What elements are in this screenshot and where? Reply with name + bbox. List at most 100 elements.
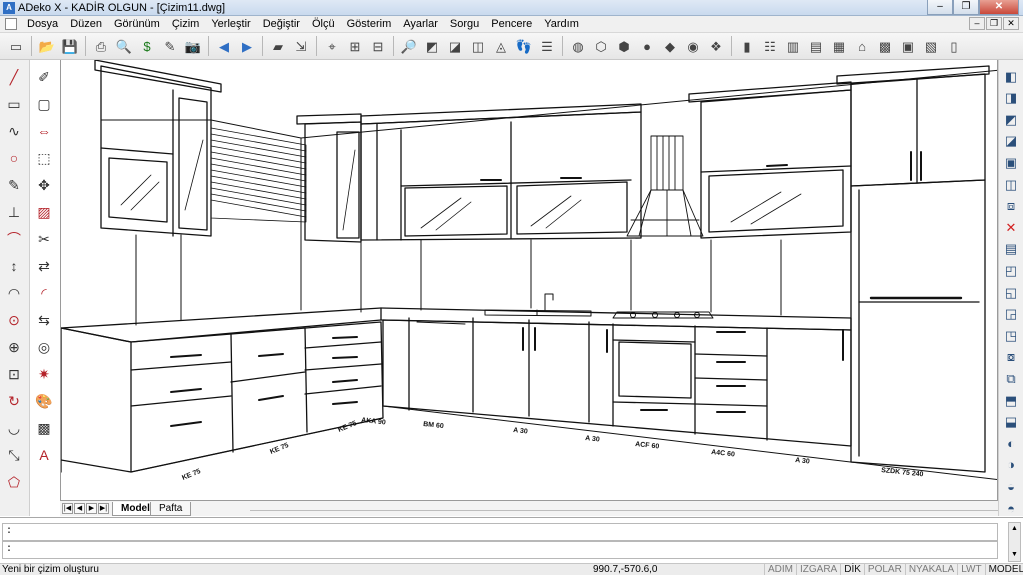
export-icon[interactable]: ⇲	[291, 36, 311, 56]
line-tool-icon[interactable]: ╱	[3, 66, 25, 88]
cube11-icon[interactable]: ◳	[1000, 325, 1022, 345]
cube9-icon[interactable]: ◱	[1000, 282, 1022, 302]
rotate-tool-icon[interactable]: ↻	[3, 390, 25, 412]
mode-toggle-adim[interactable]: ADIM	[764, 564, 796, 575]
horizontal-scrollbar[interactable]	[250, 510, 998, 516]
scale-tool-icon[interactable]: ⤡	[3, 444, 25, 466]
eraser-icon[interactable]: ▰	[268, 36, 288, 56]
cabinet6-icon[interactable]: ▩	[875, 36, 895, 56]
cube14-icon[interactable]: ⬒	[1000, 390, 1022, 410]
find-icon[interactable]: 🔍	[114, 36, 134, 56]
edit-tool-icon[interactable]: ✐	[33, 66, 55, 88]
mode-toggle-polar[interactable]: POLAR	[863, 564, 905, 575]
pencil-tool-icon[interactable]: ✎	[3, 174, 25, 196]
prev-tab-icon[interactable]: ◀	[74, 503, 85, 514]
drawing-viewport[interactable]: KE 75 KE 75 KE 75 AKA 90 BM 60 A 30 A 30…	[60, 60, 998, 500]
menu-item[interactable]: Yardım	[538, 16, 585, 32]
arc2-tool-icon[interactable]: ◡	[3, 417, 25, 439]
cabinet3-icon[interactable]: ▥	[783, 36, 803, 56]
cabinet2-icon[interactable]: ☷	[760, 36, 780, 56]
cube2-icon[interactable]: ◨	[1000, 88, 1022, 108]
view-icon[interactable]: ◩	[422, 36, 442, 56]
text-tool-icon[interactable]: A	[33, 444, 55, 466]
next-tab-icon[interactable]: ▶	[86, 503, 97, 514]
render5-icon[interactable]: ◉	[683, 36, 703, 56]
command-scrollbar[interactable]: ▲ ▼	[1008, 522, 1021, 562]
ring-tool-icon[interactable]: ◎	[33, 336, 55, 358]
cube18-icon[interactable]: ◒	[1000, 476, 1022, 496]
measure-icon[interactable]: ⊞	[345, 36, 365, 56]
trim-tool-icon[interactable]: ⊥	[3, 201, 25, 223]
back-icon[interactable]: ◀	[214, 36, 234, 56]
delete-block-icon[interactable]: ✕	[1000, 217, 1022, 237]
print-icon[interactable]: ⎙	[91, 36, 111, 56]
doc-restore-button[interactable]: ❐	[986, 17, 1002, 30]
render1-icon[interactable]: ⬡	[591, 36, 611, 56]
cut-tool-icon[interactable]: ✂	[33, 228, 55, 250]
cabinet7-icon[interactable]: ▣	[898, 36, 918, 56]
mode-toggle-di̇k[interactable]: DİK	[840, 564, 864, 575]
polygon-tool-icon[interactable]: ⬠	[3, 471, 25, 493]
menu-item[interactable]: Ölçü	[306, 16, 341, 32]
cube8-icon[interactable]: ◰	[1000, 260, 1022, 280]
paint-tool-icon[interactable]: 🎨	[33, 390, 55, 412]
app-icon[interactable]: A	[3, 2, 15, 14]
tab-pafta[interactable]: Pafta	[150, 502, 192, 516]
cube6-icon[interactable]: ◫	[1000, 174, 1022, 194]
document-icon[interactable]	[5, 18, 17, 30]
open-icon[interactable]: 📂	[37, 36, 57, 56]
explode-tool-icon[interactable]: ✷	[33, 363, 55, 385]
cube1-icon[interactable]: ◧	[1000, 66, 1022, 86]
cube4-icon[interactable]: ◪	[1000, 131, 1022, 151]
render6-icon[interactable]: ❖	[706, 36, 726, 56]
menu-item[interactable]: Dosya	[21, 16, 64, 32]
view3-icon[interactable]: ◫	[468, 36, 488, 56]
menu-item[interactable]: Yerleştir	[205, 16, 256, 32]
last-tab-icon[interactable]: ▶|	[98, 503, 109, 514]
mirror-tool-icon[interactable]: ⇆	[33, 309, 55, 331]
cube3-icon[interactable]: ◩	[1000, 109, 1022, 129]
menu-item[interactable]: Çizim	[166, 16, 206, 32]
shade-icon[interactable]: ◍	[568, 36, 588, 56]
hatch-tool-icon[interactable]: ▩	[33, 417, 55, 439]
doc-minimize-button[interactable]: –	[969, 17, 985, 30]
render3-icon[interactable]: ●	[637, 36, 657, 56]
curve-tool-icon[interactable]: ∿	[3, 120, 25, 142]
view4-icon[interactable]: ◬	[491, 36, 511, 56]
mode-toggle-nyakala[interactable]: NYAKALA	[904, 564, 957, 575]
cabinet5-icon[interactable]: ▦	[829, 36, 849, 56]
snap-tool-icon[interactable]: ⊕	[3, 336, 25, 358]
render4-icon[interactable]: ◆	[660, 36, 680, 56]
rectangle-tool-icon[interactable]: ▭	[3, 93, 25, 115]
view2-icon[interactable]: ◪	[445, 36, 465, 56]
box-tool-icon[interactable]: ▢	[33, 93, 55, 115]
scroll-up-icon[interactable]: ▲	[1009, 523, 1020, 535]
stretch-tool-icon[interactable]: ⇔	[33, 120, 55, 142]
minimize-button[interactable]: –	[927, 0, 953, 15]
cabinet9-icon[interactable]: ▯	[944, 36, 964, 56]
fill-tool-icon[interactable]: ▨	[33, 201, 55, 223]
cube13-icon[interactable]: ⧉	[1000, 368, 1022, 388]
doc-close-button[interactable]: ✕	[1003, 17, 1019, 30]
move-tool-icon[interactable]: ✥	[33, 174, 55, 196]
cube10-icon[interactable]: ◲	[1000, 304, 1022, 324]
command-input[interactable]: :	[2, 541, 998, 559]
save-icon[interactable]: 💾	[60, 36, 80, 56]
menu-item[interactable]: Gösterim	[341, 16, 398, 32]
price-icon[interactable]: $	[137, 36, 157, 56]
mode-toggle-izgara[interactable]: IZGARA	[796, 564, 840, 575]
dimension-icon[interactable]: ⊟	[368, 36, 388, 56]
menu-item[interactable]: Düzen	[64, 16, 108, 32]
zoom-icon[interactable]: 🔎	[399, 36, 419, 56]
scroll-down-icon[interactable]: ▼	[1009, 549, 1020, 561]
cube7-icon[interactable]: ⧈	[1000, 196, 1022, 216]
region-tool-icon[interactable]: ⬚	[33, 147, 55, 169]
point-tool-icon[interactable]: ⊙	[3, 309, 25, 331]
cabinet8-icon[interactable]: ▧	[921, 36, 941, 56]
cube5-icon[interactable]: ▣	[1000, 152, 1022, 172]
arc-tool-icon[interactable]: ◠	[3, 282, 25, 304]
maximize-button[interactable]: ❐	[953, 0, 979, 15]
layer-icon[interactable]: ☰	[537, 36, 557, 56]
cube17-icon[interactable]: ◑	[1000, 455, 1022, 475]
catalog-icon[interactable]: ✎	[160, 36, 180, 56]
